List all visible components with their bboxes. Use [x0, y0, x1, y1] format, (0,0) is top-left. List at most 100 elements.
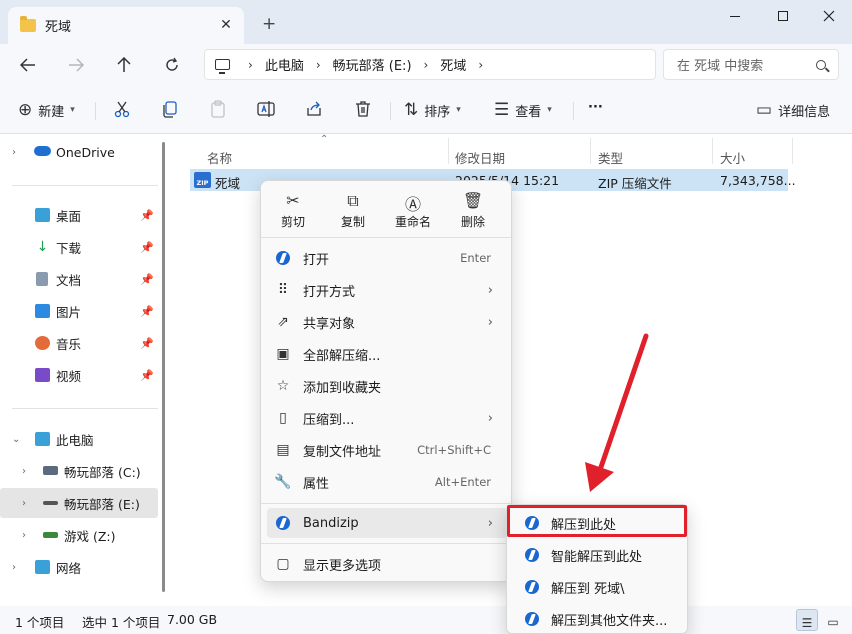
context-copy-button[interactable]: ⧉ 复制: [325, 191, 381, 230]
sidebar-item-drive-z[interactable]: › 游戏 (Z:): [0, 520, 158, 550]
pin-icon[interactable]: 📌: [140, 337, 154, 350]
sidebar-item-network[interactable]: › 网络: [0, 552, 158, 582]
submenu-item-label: 解压到其他文件夹...: [551, 613, 668, 629]
column-divider[interactable]: [712, 138, 713, 164]
search-input[interactable]: 在 死域 中搜索: [663, 49, 839, 80]
selected-size: 7.00 GB: [167, 612, 218, 627]
details-button[interactable]: ▭ 详细信息: [756, 100, 830, 120]
pin-icon[interactable]: 📌: [140, 209, 154, 222]
submenu-item-label: 解压到 死域\: [551, 581, 625, 597]
sidebar-item-pictures[interactable]: 图片 📌: [0, 296, 158, 326]
window-tab[interactable]: 死域 ✕: [8, 7, 244, 44]
paste-button[interactable]: [209, 100, 227, 118]
menu-item-share-with[interactable]: ⇗ 共享对象 ›: [267, 307, 507, 337]
folder-icon: [20, 16, 36, 32]
address-bar[interactable]: › 此电脑 › 畅玩部落 (E:) › 死域 ›: [204, 49, 656, 80]
maximize-button[interactable]: [760, 4, 806, 28]
forward-button[interactable]: [65, 54, 87, 76]
column-divider[interactable]: [590, 138, 591, 164]
sidebar-item-downloads[interactable]: ↓ 下载 📌: [0, 232, 158, 262]
sort-button[interactable]: ⇅ 排序 ▾: [404, 100, 461, 120]
picture-icon: [35, 304, 50, 318]
details-view-button[interactable]: ☰: [796, 609, 818, 631]
rename-button[interactable]: [257, 100, 275, 118]
column-header-modified[interactable]: 修改日期: [455, 148, 505, 167]
pin-icon[interactable]: 📌: [140, 273, 154, 286]
maximize-icon: [778, 11, 788, 21]
menu-item-add-favorites[interactable]: ☆ 添加到收藏夹: [267, 371, 507, 401]
pin-icon[interactable]: 📌: [140, 369, 154, 382]
rename-icon: Ⓐ: [404, 195, 421, 214]
sidebar-item-label: 网络: [56, 560, 82, 576]
submenu-item-smart-extract[interactable]: 智能解压到此处: [511, 541, 685, 569]
sidebar-item-documents[interactable]: 文档 📌: [0, 264, 158, 294]
close-window-button[interactable]: [806, 4, 852, 28]
highlight-box: [507, 505, 687, 537]
menu-item-properties[interactable]: 🔧 属性 Alt+Enter: [267, 467, 507, 497]
minimize-button[interactable]: [712, 4, 758, 28]
context-cut-button[interactable]: ✂ 剪切: [265, 191, 321, 230]
toolbar-divider: [95, 102, 96, 120]
menu-item-bandizip[interactable]: Bandizip ›: [267, 508, 507, 538]
submenu-item-extract-elsewhere[interactable]: 解压到其他文件夹...: [511, 605, 685, 633]
context-delete-button[interactable]: 🗑 删除: [445, 191, 501, 230]
share-icon: [307, 101, 321, 116]
back-button[interactable]: [17, 54, 39, 76]
tiles-view-button[interactable]: ▭: [822, 609, 844, 631]
breadcrumb-drive[interactable]: 畅玩部落 (E:): [333, 55, 412, 74]
zip-file-icon: ZIP: [194, 172, 211, 188]
menu-item-extract-all[interactable]: ▣ 全部解压缩...: [267, 339, 507, 369]
share-icon: ⇗: [277, 314, 289, 330]
bandizip-icon: [275, 515, 291, 531]
breadcrumb-this-pc[interactable]: 此电脑: [265, 55, 304, 74]
details-label: 详细信息: [778, 104, 831, 120]
sidebar-scrollbar[interactable]: [162, 142, 165, 592]
breadcrumb-folder[interactable]: 死域: [440, 55, 466, 74]
title-bar: 死域 ✕ +: [0, 0, 852, 44]
sidebar-divider: [12, 185, 158, 186]
delete-button[interactable]: [354, 100, 372, 118]
tab-close-icon[interactable]: ✕: [218, 17, 234, 33]
column-divider[interactable]: [448, 138, 449, 164]
column-header-type[interactable]: 类型: [598, 148, 623, 167]
new-button[interactable]: ⊕ 新建 ▾: [18, 100, 75, 120]
sidebar-item-videos[interactable]: 视频 📌: [0, 360, 158, 390]
menu-item-compress-to[interactable]: ▯ 压缩到... ›: [267, 403, 507, 433]
sidebar-item-this-pc[interactable]: ⌄ 此电脑: [0, 424, 158, 454]
sidebar-item-desktop[interactable]: 桌面 📌: [0, 200, 158, 230]
sidebar-item-music[interactable]: 音乐 📌: [0, 328, 158, 358]
context-rename-button[interactable]: Ⓐ 重命名: [385, 191, 441, 230]
menu-item-label: 打开: [303, 252, 330, 268]
menu-item-show-more[interactable]: ▢ 显示更多选项: [267, 549, 507, 579]
sidebar-item-drive-e[interactable]: › 畅玩部落 (E:): [0, 488, 158, 518]
sidebar-item-label: 文档: [56, 272, 82, 288]
up-button[interactable]: [113, 54, 135, 76]
star-icon: ☆: [276, 378, 290, 394]
sidebar-item-drive-c[interactable]: › 畅玩部落 (C:): [0, 456, 158, 486]
sort-ascending-icon: ⌃: [320, 134, 329, 145]
view-button[interactable]: ☰ 查看 ▾: [494, 100, 552, 120]
column-header-name[interactable]: 名称: [207, 148, 232, 167]
more-options-button[interactable]: ···: [588, 100, 603, 115]
cloud-icon: [34, 146, 51, 156]
submenu-item-extract-to-folder[interactable]: 解压到 死域\: [511, 573, 685, 601]
column-divider[interactable]: [792, 138, 793, 164]
details-pane-icon: ▭: [756, 100, 773, 120]
sidebar-item-onedrive[interactable]: › OneDrive: [0, 137, 158, 167]
share-button[interactable]: [305, 100, 323, 118]
music-icon: [35, 336, 50, 350]
chevron-right-icon: ›: [12, 561, 16, 573]
copy-button[interactable]: [161, 100, 179, 118]
menu-separator: [261, 503, 511, 504]
chevron-right-icon: ›: [12, 146, 16, 158]
refresh-button[interactable]: [161, 54, 183, 76]
cut-button[interactable]: [113, 100, 131, 118]
column-header-size[interactable]: 大小: [720, 148, 745, 167]
pin-icon[interactable]: 📌: [140, 241, 154, 254]
menu-item-open[interactable]: 打开 Enter: [267, 243, 507, 273]
menu-item-open-with[interactable]: ⠿ 打开方式 ›: [267, 275, 507, 305]
pin-icon[interactable]: 📌: [140, 305, 154, 318]
menu-item-copy-path[interactable]: ▤ 复制文件地址 Ctrl+Shift+C: [267, 435, 507, 465]
file-type: ZIP 压缩文件: [598, 176, 672, 191]
new-tab-button[interactable]: +: [262, 14, 276, 34]
